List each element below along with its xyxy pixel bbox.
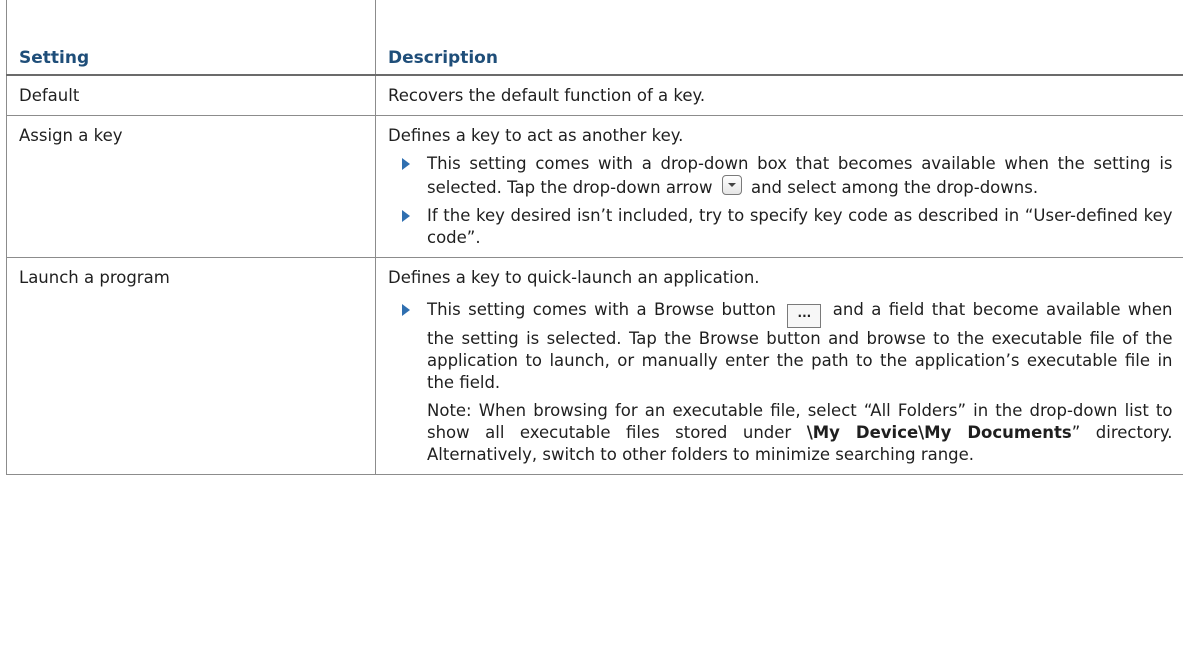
description-cell: Defines a key to quick-launch an applica… (375, 257, 1183, 475)
setting-cell: Launch a program (6, 257, 376, 475)
note-path: \My Device\My Documents (806, 423, 1072, 442)
bullet-text: This setting comes with a Browse button (427, 300, 776, 319)
setting-cell: Default (6, 75, 376, 116)
description-cell: Defines a key to act as another key. Thi… (375, 115, 1183, 258)
bullet-text: and select among the drop-downs. (750, 178, 1039, 197)
description-text: Defines a key to act as another key. (388, 126, 684, 145)
table-header-row: Setting Description (6, 42, 1183, 76)
bullet-arrow-icon (402, 304, 410, 316)
bullet-arrow-icon (402, 158, 410, 170)
table-row-default: Default Recovers the default function of… (6, 75, 1183, 116)
header-setting: Setting (6, 42, 376, 76)
key-settings-table: Setting Description Default Recovers the… (6, 0, 1183, 475)
bullet-item: If the key desired isn’t included, try t… (388, 205, 1173, 249)
description-text: Defines a key to quick-launch an applica… (388, 268, 760, 287)
setting-cell: Assign a key (6, 115, 376, 258)
note-text: Note: When browsing for an executable fi… (388, 400, 1173, 466)
header-description: Description (375, 42, 1183, 76)
table-row-assign-key: Assign a key Defines a key to act as ano… (6, 115, 1183, 258)
bullet-item: This setting comes with a Browse button … (388, 299, 1173, 394)
bullet-arrow-icon (402, 210, 410, 222)
bullet-text: If the key desired isn’t included, try t… (427, 206, 1173, 247)
bullet-item: This setting comes with a drop-down box … (388, 153, 1173, 199)
table-row-launch-program: Launch a program Defines a key to quick-… (6, 257, 1183, 475)
dropdown-arrow-icon (721, 175, 742, 195)
document-page: Setting Description Default Recovers the… (0, 0, 1198, 668)
browse-button-icon: ... (787, 304, 822, 328)
description-cell: Recovers the default function of a key. (375, 75, 1183, 116)
table-top-spacer (6, 0, 1183, 42)
